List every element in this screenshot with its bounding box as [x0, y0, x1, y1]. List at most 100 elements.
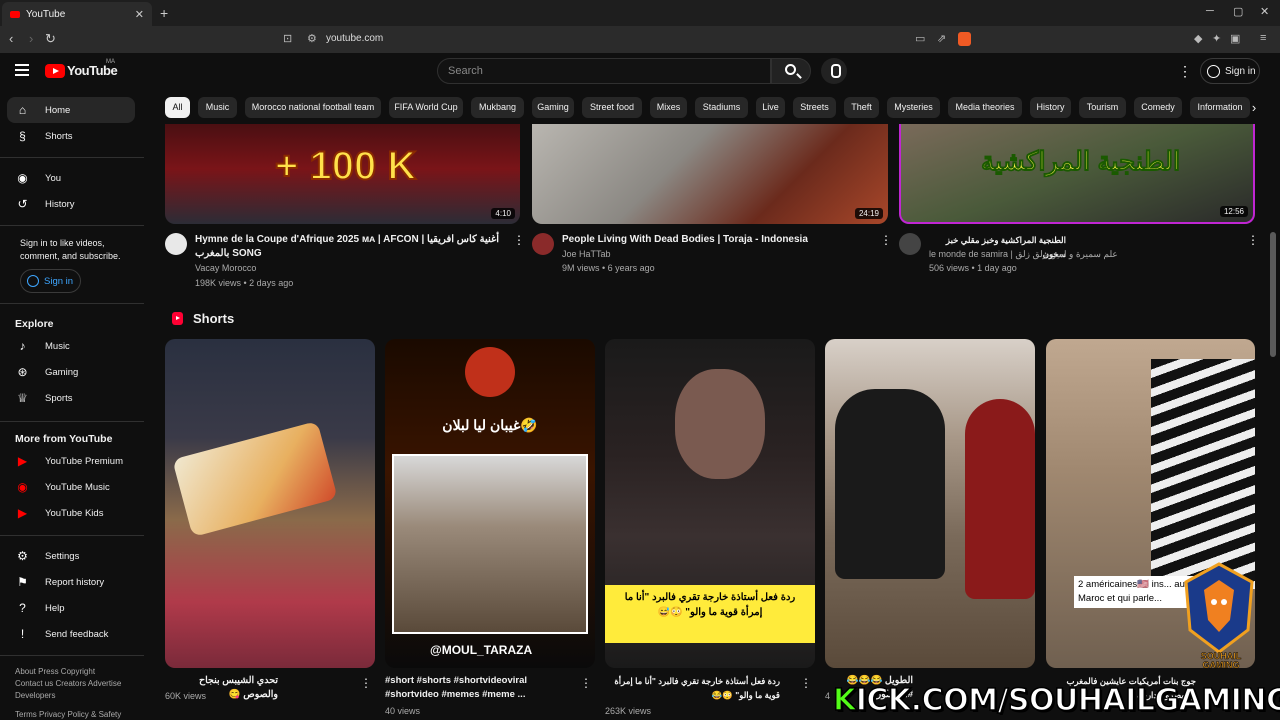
short-kebab-icon[interactable]: ⋮ — [360, 676, 372, 690]
chip-morocco-football[interactable]: Morocco national football team — [245, 97, 381, 118]
sidebar-item-gaming[interactable]: ⊛ Gaming — [7, 359, 135, 385]
youtube-premium-icon: ▶ — [17, 453, 28, 468]
chip-fifa-world-cup[interactable]: FIFA World Cup — [389, 97, 463, 118]
chip-tourism[interactable]: Tourism — [1079, 97, 1126, 118]
search-input[interactable]: Search — [437, 58, 771, 84]
settings-kebab-icon[interactable]: ⋮ — [1178, 63, 1192, 80]
short-thumbnail[interactable] — [165, 339, 375, 668]
channel-name[interactable]: le monde de samira | علم سميرة و امين زل… — [929, 249, 1118, 260]
short-title[interactable]: #short #shorts #shortvideoviral #shortvi… — [385, 674, 575, 702]
chip-mukbang[interactable]: Mukbang — [471, 97, 524, 118]
short-thumbnail[interactable]: ردة فعل أستاذة خارجة تقري فالبرد "أنا ما… — [605, 339, 815, 668]
chevron-right-icon[interactable]: › — [1243, 97, 1265, 119]
site-info-icon[interactable]: ⚙ — [307, 32, 317, 45]
close-tab-icon[interactable]: ✕ — [135, 8, 144, 21]
chip-gaming[interactable]: Gaming — [532, 97, 574, 118]
chip-stadiums[interactable]: Stadiums — [695, 97, 748, 118]
search-button[interactable] — [771, 58, 811, 84]
new-tab-button[interactable]: + — [160, 5, 168, 21]
cast-icon[interactable]: ▭ — [915, 32, 925, 45]
channel-name[interactable]: Joe HaTTab — [562, 249, 611, 259]
short-kebab-icon[interactable]: ⋮ — [580, 676, 592, 690]
avatar[interactable] — [532, 233, 554, 255]
sidebar-item-send-feedback[interactable]: ! Send feedback — [7, 621, 135, 647]
browser-tab[interactable]: YouTube ✕ — [2, 2, 152, 26]
youtube-logo-icon[interactable] — [45, 64, 65, 78]
video-kebab-icon[interactable]: ⋮ — [513, 233, 525, 247]
music-icon: ♪ — [19, 338, 26, 353]
signin-button[interactable]: Sign in — [1200, 58, 1260, 84]
chip-history[interactable]: History — [1030, 97, 1071, 118]
chip-comedy[interactable]: Comedy — [1134, 97, 1182, 118]
footer-links[interactable]: Developers — [15, 691, 55, 700]
url-field[interactable]: youtube.com — [326, 33, 383, 44]
person-image — [965, 399, 1035, 599]
video-meta: 9M views • 6 years ago — [562, 263, 655, 273]
badge-text: SOUHAIL GAMING — [1200, 651, 1242, 670]
minimize-icon[interactable]: ─ — [1206, 5, 1214, 17]
footer-links[interactable]: Terms Privacy Policy & Safety — [15, 710, 121, 719]
extensions-icon[interactable]: ✦ — [1212, 32, 1221, 45]
footer-links[interactable]: About Press Copyright — [15, 667, 95, 676]
video-kebab-icon[interactable]: ⋮ — [880, 233, 892, 247]
sidebar-item-you[interactable]: ◉ You — [7, 165, 135, 191]
sidebar-item-report-history[interactable]: ⚑ Report history — [7, 569, 135, 595]
footer-links[interactable]: Contact us Creators Advertise — [15, 679, 121, 688]
video-title[interactable]: People Living With Dead Bodies | Toraja … — [562, 233, 872, 247]
video-thumbnail[interactable]: + 100 K 4:10 — [165, 124, 520, 224]
short-kebab-icon[interactable]: ⋮ — [800, 676, 812, 690]
sidebar-item-youtube-premium[interactable]: ▶ YouTube Premium — [7, 448, 135, 474]
bookmark-icon[interactable]: ⊡ — [283, 32, 292, 45]
voice-search-icon[interactable] — [821, 58, 847, 84]
browser-menu-icon[interactable]: ≡ — [1260, 32, 1266, 44]
avatar[interactable] — [165, 233, 187, 255]
sidebar-item-sports[interactable]: ♕ Sports — [7, 385, 135, 411]
video-meta: 198K views • 2 days ago — [195, 278, 294, 288]
chip-media-theories[interactable]: Media theories — [948, 97, 1022, 118]
page-scrollbar[interactable] — [1270, 232, 1276, 357]
video-title[interactable]: Hymne de la Coupe d'Afrique 2025 ᴍᴀ | AF… — [195, 233, 505, 261]
youtube-logo-text[interactable]: YouTube — [67, 63, 118, 78]
chip-live[interactable]: Live — [756, 97, 785, 118]
sidebar-item-help[interactable]: ? Help — [7, 595, 135, 621]
share-icon[interactable]: ⇗ — [937, 32, 946, 45]
brave-shields-icon[interactable] — [958, 32, 971, 46]
close-window-icon[interactable]: ✕ — [1260, 5, 1269, 18]
person-image — [835, 389, 945, 579]
video-kebab-icon[interactable]: ⋮ — [1247, 233, 1259, 247]
sidebar-toggle-icon[interactable]: ▣ — [1230, 32, 1240, 45]
avatar[interactable] — [899, 233, 921, 255]
sidebar-item-music[interactable]: ♪ Music — [7, 333, 135, 359]
person-image — [1151, 359, 1255, 589]
chip-street-food[interactable]: Street food — [582, 97, 642, 118]
short-thumbnail[interactable] — [825, 339, 1035, 668]
shorts-shelf-heading: Shorts — [172, 311, 234, 326]
video-thumbnail[interactable]: الطنجية المراكشية 12:56 — [899, 124, 1255, 224]
sidebar-item-history[interactable]: ↺ History — [7, 191, 135, 217]
chip-all[interactable]: All — [165, 97, 190, 118]
chip-mixes[interactable]: Mixes — [650, 97, 687, 118]
back-icon[interactable]: ‹ — [9, 31, 13, 46]
hamburger-menu-icon[interactable] — [15, 64, 29, 76]
forward-icon[interactable]: › — [29, 31, 33, 46]
sidebar-item-youtube-kids[interactable]: ▶ YouTube Kids — [7, 500, 135, 526]
chip-streets[interactable]: Streets — [793, 97, 836, 118]
short-title[interactable]: ردة فعل أستاذة خارجة تقري فالبرد "أنا ما… — [605, 674, 780, 702]
wallet-icon[interactable]: ◆ — [1194, 32, 1202, 45]
chip-information[interactable]: Information — [1190, 97, 1250, 118]
sidebar-item-settings[interactable]: ⚙ Settings — [7, 543, 135, 569]
sidebar-item-home[interactable]: ⌂ Home — [7, 97, 135, 123]
reload-icon[interactable]: ↻ — [45, 31, 56, 47]
sidebar-item-shorts[interactable]: § Shorts — [7, 123, 135, 149]
chip-music[interactable]: Music — [198, 97, 237, 118]
maximize-icon[interactable]: ▢ — [1233, 5, 1243, 18]
sidebar-item-youtube-music[interactable]: ◉ YouTube Music — [7, 474, 135, 500]
video-thumbnail[interactable]: 24:19 — [532, 124, 888, 224]
chip-theft[interactable]: Theft — [844, 97, 879, 118]
chip-mysteries[interactable]: Mysteries — [887, 97, 940, 118]
channel-name[interactable]: Vacay Morocco — [195, 263, 256, 273]
browser-toolbar: ‹ › ↻ ⊡ ⚙ youtube.com ▭ ⇗ ◆ ✦ ▣ ≡ — [0, 26, 1280, 53]
thumbnail-text: + 100 K — [274, 143, 417, 189]
short-thumbnail[interactable]: غيبان ليا لبلان🤣 @MOUL_TARAZA — [385, 339, 595, 668]
sidebar-signin-button[interactable]: Sign in — [20, 269, 81, 293]
